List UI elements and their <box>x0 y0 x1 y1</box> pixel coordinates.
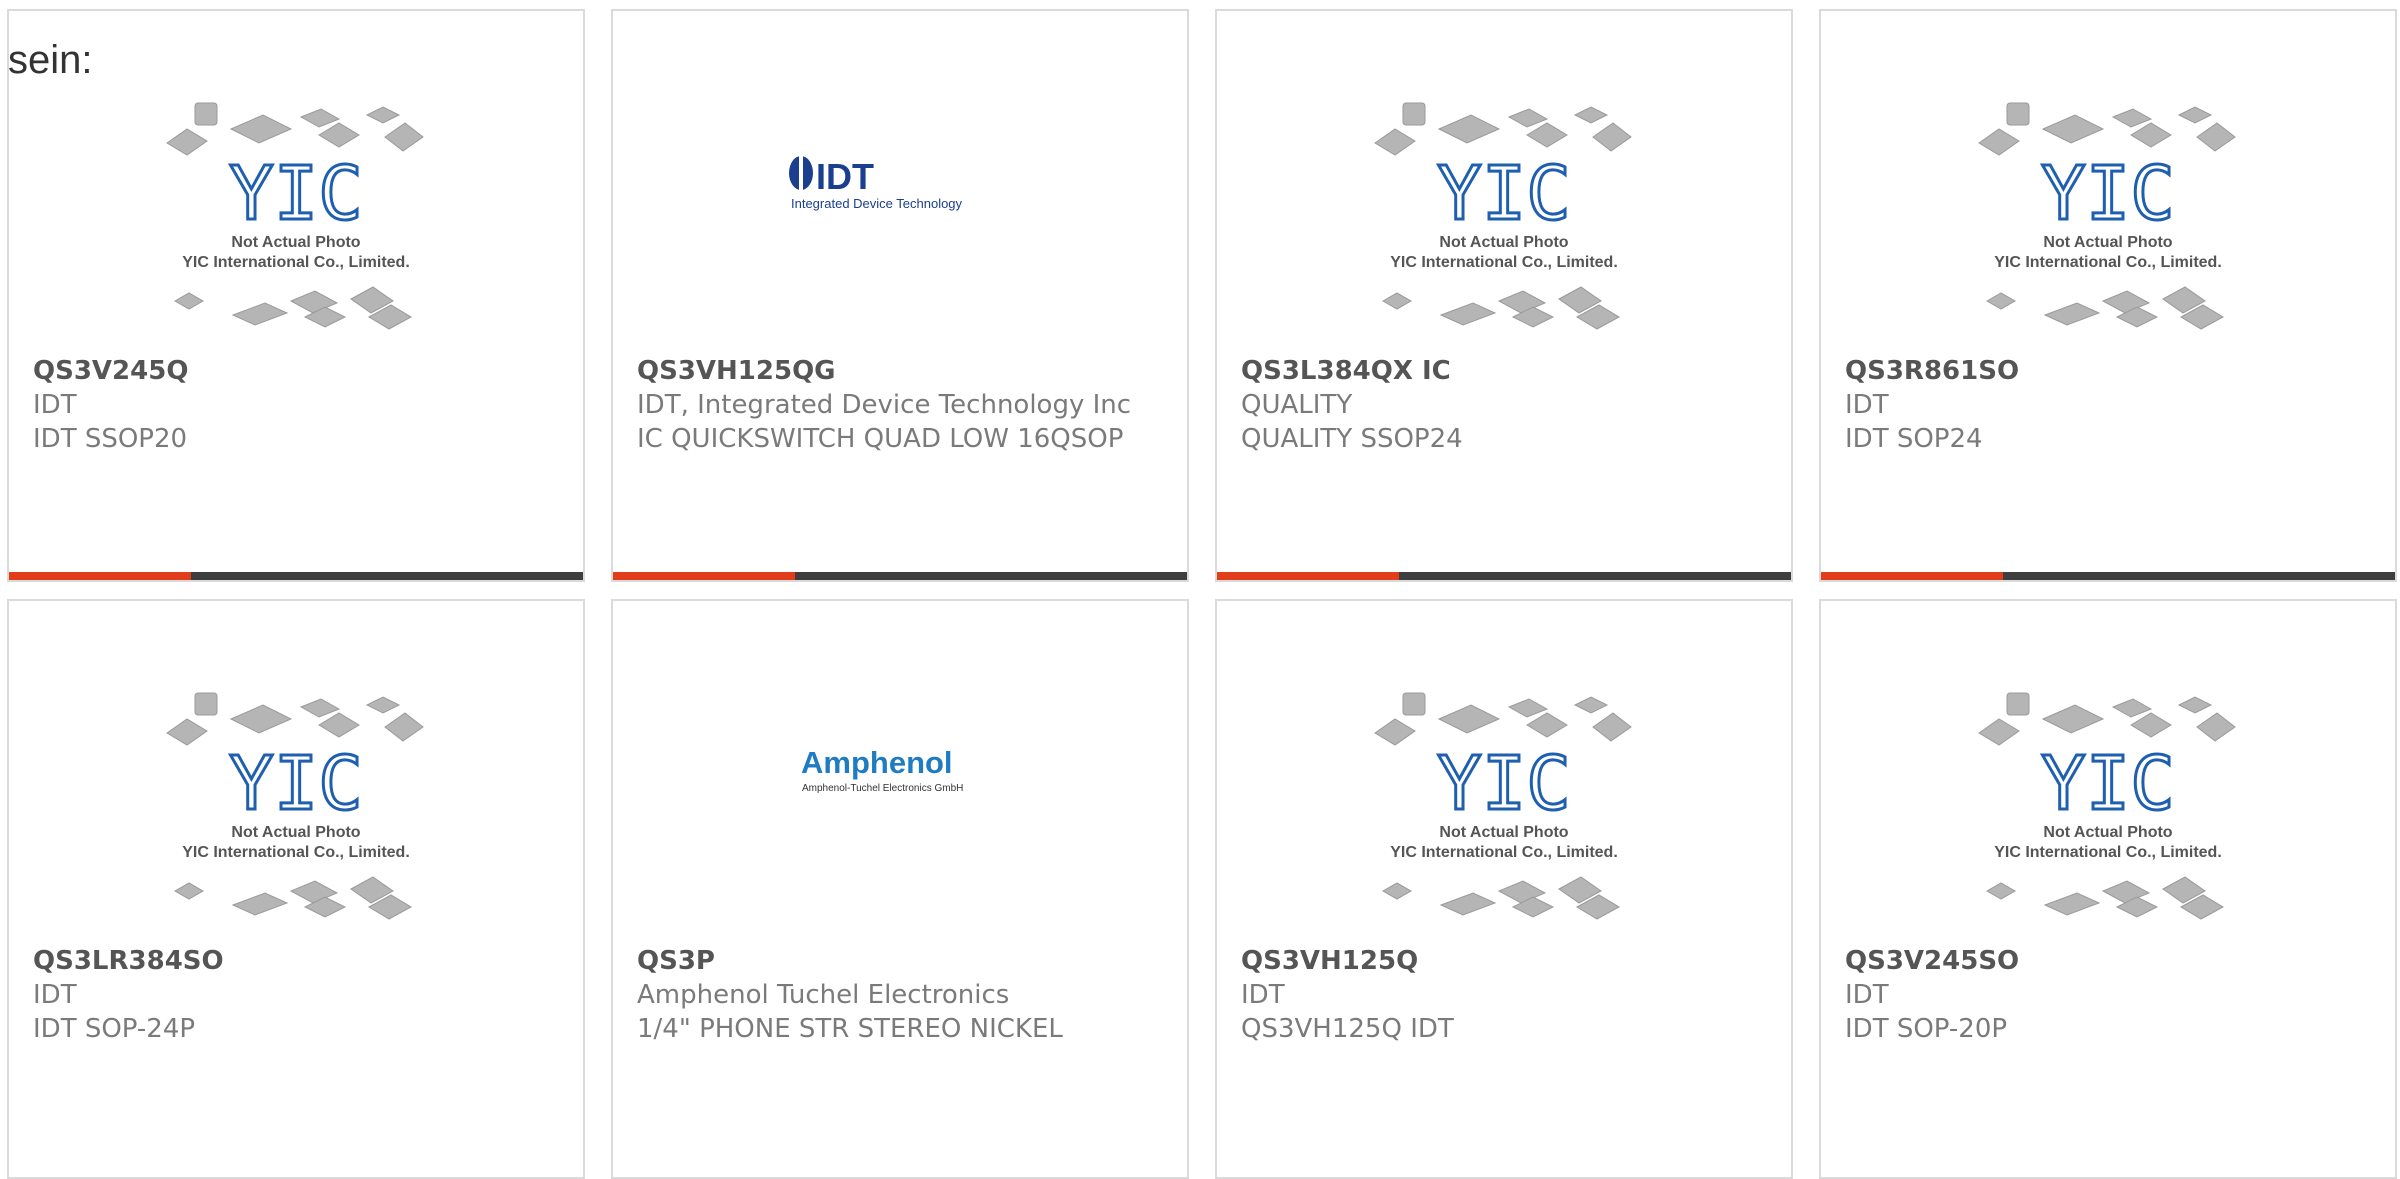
placeholder-line-2: YIC International Co., Limited. <box>1994 844 2222 861</box>
description: IDT SSOP20 <box>33 424 188 454</box>
manufacturer: IDT <box>1241 980 1285 1010</box>
product-card[interactable]: YIC Not Actual Photo YIC International C… <box>1819 9 2397 582</box>
description: 1/4" PHONE STR STEREO NICKEL <box>637 1014 1063 1044</box>
product-image-placeholder[interactable]: YIC Not Actual Photo YIC International C… <box>9 11 583 351</box>
card-bottom-bar <box>1821 572 2395 580</box>
description: IDT SOP-20P <box>1845 1014 2008 1044</box>
card-bottom-bar <box>9 572 583 580</box>
placeholder-line-1: Not Actual Photo <box>1439 234 1568 251</box>
product-info: QS3L384QX IC QUALITY QUALITY SSOP24 <box>1241 354 1771 456</box>
manufacturer: IDT <box>1845 390 1889 420</box>
manufacturer: IDT <box>33 390 77 420</box>
product-image-placeholder[interactable]: YIC Not Actual Photo YIC International C… <box>1821 601 2395 941</box>
product-card[interactable]: YIC Not Actual Photo YIC International C… <box>7 9 585 582</box>
manufacturer: IDT <box>1845 980 1889 1010</box>
placeholder-line-1: Not Actual Photo <box>1439 824 1568 841</box>
part-number[interactable]: QS3L384QX IC <box>1241 354 1771 388</box>
product-image-placeholder[interactable]: YIC Not Actual Photo YIC International C… <box>9 601 583 941</box>
yic-logo-mark: YIC <box>2041 151 2175 237</box>
description: IC QUICKSWITCH QUAD LOW 16QSOP <box>637 424 1124 454</box>
product-card[interactable]: IDT Integrated Device Technology QS3VH12… <box>611 9 1189 582</box>
part-number[interactable]: QS3R861SO <box>1845 354 2375 388</box>
manufacturer: Amphenol Tuchel Electronics <box>637 980 1010 1010</box>
placeholder-line-2: YIC International Co., Limited. <box>182 844 410 861</box>
card-bottom-bar <box>1217 572 1791 580</box>
product-image-placeholder[interactable]: YIC Not Actual Photo YIC International C… <box>1821 11 2395 351</box>
product-card[interactable]: YIC Not Actual Photo YIC International C… <box>1215 9 1793 582</box>
idt-logo-tagline: Integrated Device Technology <box>791 196 963 211</box>
placeholder-line-2: YIC International Co., Limited. <box>1390 254 1618 271</box>
part-number[interactable]: QS3V245SO <box>1845 944 2375 978</box>
product-info: QS3LR384SO IDT IDT SOP-24P <box>33 944 563 1046</box>
part-number[interactable]: QS3V245Q <box>33 354 563 388</box>
card-accent <box>1821 572 2003 580</box>
product-image-idt-logo[interactable]: IDT Integrated Device Technology <box>613 11 1187 351</box>
yic-logo-mark: YIC <box>1437 151 1571 237</box>
product-card[interactable]: Amphenol Amphenol-Tuchel Electronics Gmb… <box>611 599 1189 1179</box>
yic-logo-mark: YIC <box>229 741 363 827</box>
product-image-placeholder[interactable]: YIC Not Actual Photo YIC International C… <box>1217 11 1791 351</box>
idt-logo-mark: IDT <box>816 156 874 197</box>
yic-logo-mark: YIC <box>2041 741 2175 827</box>
amphenol-logo-tagline: Amphenol-Tuchel Electronics GmbH <box>802 783 963 794</box>
part-number[interactable]: QS3VH125Q <box>1241 944 1771 978</box>
part-number[interactable]: QS3VH125QG <box>637 354 1167 388</box>
product-info: QS3V245SO IDT IDT SOP-20P <box>1845 944 2375 1046</box>
placeholder-line-1: Not Actual Photo <box>231 824 360 841</box>
description: IDT SOP-24P <box>33 1014 196 1044</box>
description: IDT SOP24 <box>1845 424 1983 454</box>
yic-logo-mark: YIC <box>229 151 363 237</box>
product-info: QS3VH125QG IDT, Integrated Device Techno… <box>637 354 1167 456</box>
placeholder-line-2: YIC International Co., Limited. <box>1994 254 2222 271</box>
placeholder-line-1: Not Actual Photo <box>231 234 360 251</box>
manufacturer: IDT, Integrated Device Technology Inc <box>637 390 1132 420</box>
part-number[interactable]: QS3LR384SO <box>33 944 563 978</box>
description: QS3VH125Q IDT <box>1241 1014 1454 1044</box>
product-info: QS3P Amphenol Tuchel Electronics 1/4" PH… <box>637 944 1167 1046</box>
card-bottom-bar <box>613 572 1187 580</box>
amphenol-logo-mark: Amphenol <box>801 745 953 780</box>
yic-logo-mark: YIC <box>1437 741 1571 827</box>
product-image-amphenol-logo[interactable]: Amphenol Amphenol-Tuchel Electronics Gmb… <box>613 601 1187 941</box>
part-number[interactable]: QS3P <box>637 944 1167 978</box>
card-accent <box>1217 572 1399 580</box>
card-accent <box>613 572 795 580</box>
product-card[interactable]: YIC Not Actual Photo YIC International C… <box>7 599 585 1179</box>
placeholder-line-2: YIC International Co., Limited. <box>1390 844 1618 861</box>
product-info: QS3V245Q IDT IDT SSOP20 <box>33 354 563 456</box>
placeholder-line-1: Not Actual Photo <box>2043 824 2172 841</box>
product-grid: YIC Not Actual Photo YIC International C… <box>0 0 2400 1179</box>
manufacturer: IDT <box>33 980 77 1010</box>
product-card[interactable]: YIC Not Actual Photo YIC International C… <box>1819 599 2397 1179</box>
product-image-placeholder[interactable]: YIC Not Actual Photo YIC International C… <box>1217 601 1791 941</box>
product-info: QS3R861SO IDT IDT SOP24 <box>1845 354 2375 456</box>
placeholder-line-2: YIC International Co., Limited. <box>182 254 410 271</box>
placeholder-line-1: Not Actual Photo <box>2043 234 2172 251</box>
product-card[interactable]: YIC Not Actual Photo YIC International C… <box>1215 599 1793 1179</box>
product-info: QS3VH125Q IDT QS3VH125Q IDT <box>1241 944 1771 1046</box>
description: QUALITY SSOP24 <box>1241 424 1463 454</box>
card-accent <box>9 572 191 580</box>
manufacturer: QUALITY <box>1241 390 1353 420</box>
lead-text: sein: <box>8 38 93 82</box>
